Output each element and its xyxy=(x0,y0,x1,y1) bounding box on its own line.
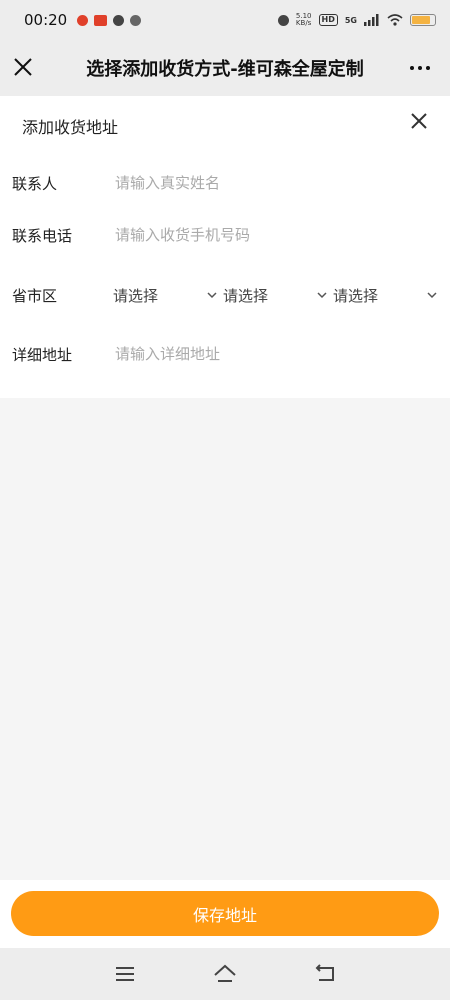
form-close-icon[interactable] xyxy=(410,112,428,130)
save-area: 保存地址 xyxy=(0,880,450,948)
title-bar: 选择添加收货方式-维可森全屋定制 xyxy=(0,40,450,96)
menu-icon[interactable] xyxy=(113,962,137,986)
back-icon[interactable] xyxy=(313,962,337,986)
chevron-down-icon xyxy=(317,292,327,299)
phone-input[interactable] xyxy=(115,226,435,244)
battery-icon xyxy=(410,14,436,26)
alarm-icon xyxy=(277,14,289,26)
chevron-down-icon xyxy=(427,292,437,299)
address-form: 添加收货地址 联系人 联系电话 省市区 请选择 请选择 请选择 xyxy=(0,96,450,398)
region-row: 省市区 请选择 请选择 请选择 xyxy=(0,280,450,310)
wifi-icon xyxy=(387,14,403,26)
app-notification-icon xyxy=(77,14,89,26)
address-input[interactable] xyxy=(115,345,435,363)
status-bar: 00:20 5.10 KB/s HD 5G xyxy=(0,0,450,40)
net-speed-unit: KB/s xyxy=(295,19,312,27)
signal-icon xyxy=(364,14,379,26)
region-label: 省市区 xyxy=(12,286,58,305)
chevron-down-icon xyxy=(207,292,217,299)
hd-badge: HD xyxy=(318,14,338,26)
more-dot xyxy=(426,66,430,70)
page-title: 选择添加收货方式-维可森全屋定制 xyxy=(86,59,364,80)
district-select[interactable]: 请选择 xyxy=(333,280,438,310)
chat-icon xyxy=(113,14,125,26)
city-select[interactable]: 请选择 xyxy=(223,280,328,310)
close-icon[interactable] xyxy=(12,56,34,78)
status-time: 00:20 xyxy=(24,11,68,29)
more-dot xyxy=(418,66,422,70)
phone-row: 联系电话 xyxy=(0,220,450,250)
signal-label: 5G xyxy=(344,15,357,25)
app-badge-icon xyxy=(94,14,108,26)
contact-input[interactable] xyxy=(115,174,435,192)
phone-label: 联系电话 xyxy=(12,226,73,245)
app-face-icon xyxy=(130,14,142,26)
system-nav-bar xyxy=(0,948,450,1000)
form-title: 添加收货地址 xyxy=(22,118,119,137)
more-dot xyxy=(410,66,414,70)
battery-fill xyxy=(412,16,430,24)
province-select-text: 请选择 xyxy=(113,286,159,305)
city-select-text: 请选择 xyxy=(223,286,269,305)
more-icon[interactable] xyxy=(410,66,430,70)
notification-icons xyxy=(77,14,142,26)
home-icon[interactable] xyxy=(213,962,237,986)
contact-row: 联系人 xyxy=(0,168,450,198)
net-speed: 5.10 KB/s xyxy=(296,13,312,27)
address-label: 详细地址 xyxy=(12,345,73,364)
address-row: 详细地址 xyxy=(0,339,450,369)
status-right: 5.10 KB/s HD 5G xyxy=(277,13,436,27)
district-select-text: 请选择 xyxy=(333,286,379,305)
province-select[interactable]: 请选择 xyxy=(113,280,218,310)
contact-label: 联系人 xyxy=(12,174,58,193)
save-address-button[interactable]: 保存地址 xyxy=(11,891,439,936)
